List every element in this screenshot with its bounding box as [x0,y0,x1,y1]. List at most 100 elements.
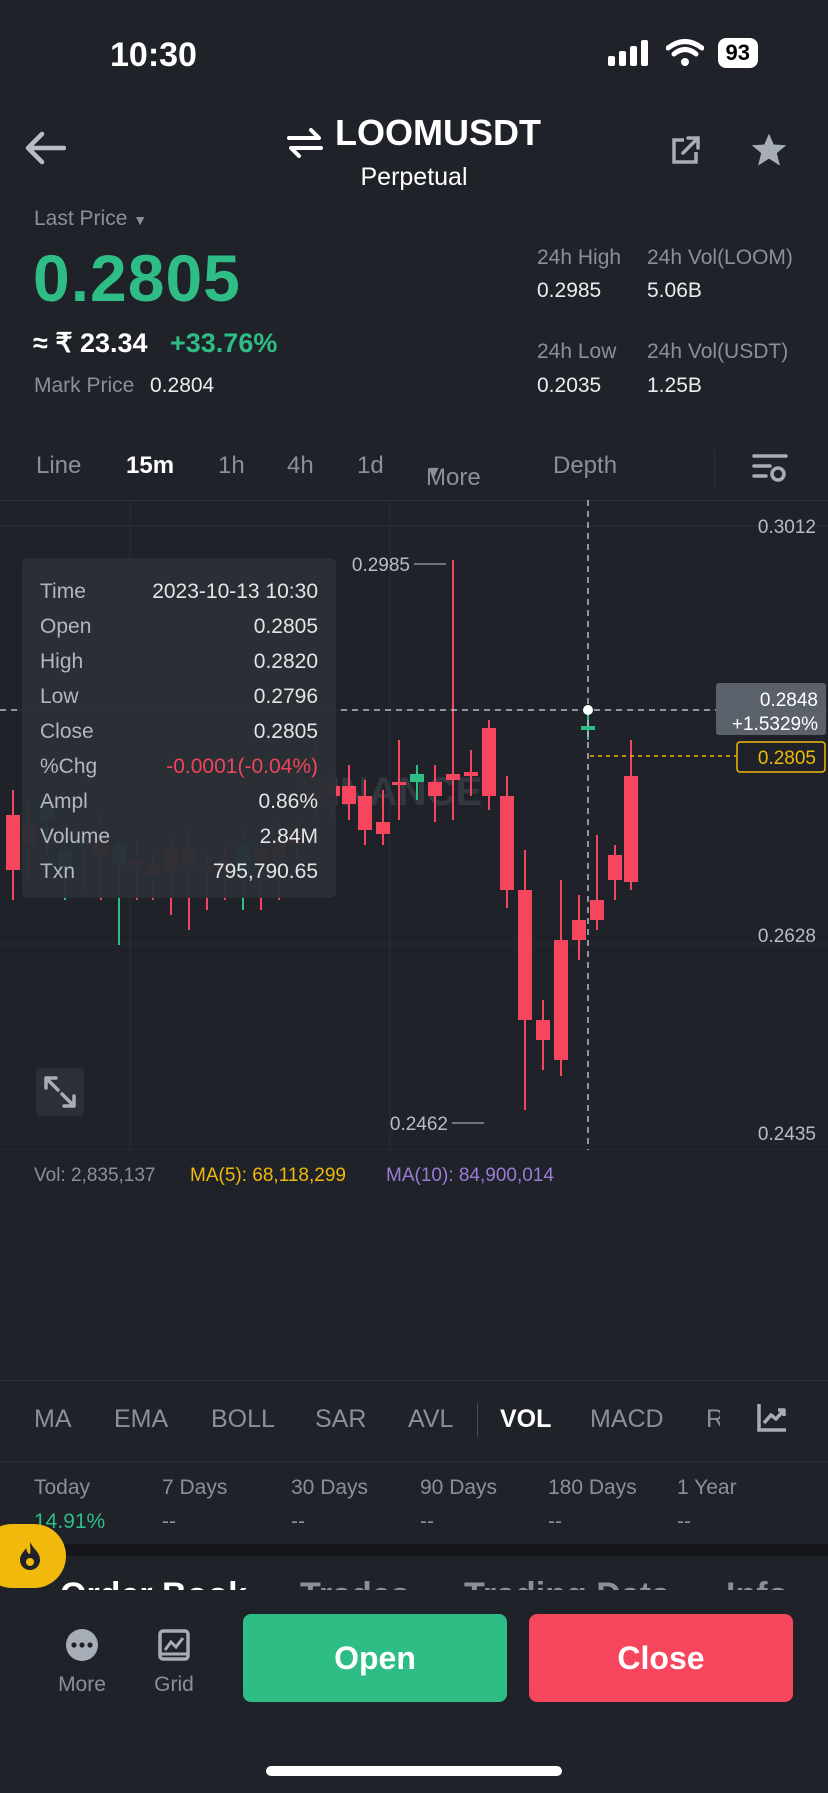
perf-label: 30 Days [291,1476,369,1499]
perf-value: -- [162,1510,176,1533]
candle-body [624,776,638,882]
crosshair-price: 0.2848 [760,690,818,711]
perf-label: 180 Days [548,1476,637,1499]
low-label: 24h Low [537,340,617,363]
tooltip-key: Open [40,615,92,638]
candle-body [376,822,390,834]
candle-body [358,796,372,830]
tooltip-value: 0.2805 [253,720,318,743]
indicator-vol[interactable]: VOL [500,1405,551,1434]
home-indicator [266,1766,562,1776]
y-axis-label: 0.3012 [758,517,816,538]
inr-value: ≈ ₹ 23.34 [33,328,148,358]
symbol-title[interactable]: LOOMUSDT [0,112,828,159]
section-separator [0,1544,828,1556]
candle-body [392,782,406,785]
tooltip-value: 0.2820 [253,650,318,673]
tab-1h[interactable]: 1h [218,452,245,480]
more-label: More [58,1673,106,1696]
share-icon[interactable] [670,134,702,166]
tooltip-value: 795,790.65 [212,860,318,883]
open-button[interactable]: Open [243,1614,507,1702]
status-icons: 93 [607,38,758,68]
candle-body [342,786,356,804]
tooltip-key: %Chg [40,755,98,778]
tooltip-value: 0.86% [258,790,318,813]
tooltip-row: Low 0.2796 [40,685,318,709]
perf-value: -- [677,1510,691,1533]
indicator-ema[interactable]: EMA [114,1405,168,1434]
more-button[interactable]: More [52,1628,112,1697]
candle-body [6,815,20,870]
ma5-label: MA(5): 68,118,299 [190,1165,346,1186]
more-dots-icon [66,1629,98,1661]
status-time: 10:30 [110,36,197,74]
indicator-ma[interactable]: MA [34,1405,72,1434]
last-price-label[interactable]: Last Price ▼ [34,207,147,231]
tooltip-key: Close [40,720,94,743]
tab-depth[interactable]: Depth [553,452,617,480]
crosshair-pct: +1.5329% [732,714,818,735]
mark-price: 0.2804 [150,374,215,397]
tooltip-key: Time [40,580,86,603]
candle-tooltip: Time 2023-10-13 10:30 Open 0.2805 High 0.28… [22,558,336,898]
indicator-boll[interactable]: BOLL [211,1405,275,1434]
vol-loom-label: 24h Vol(LOOM) [647,246,793,269]
tooltip-value: 2.84M [259,825,318,848]
vol-usdt-value: 1.25B [647,374,702,397]
candle-body [464,772,478,776]
candle-body [518,890,532,1020]
indicator-settings-button[interactable] [720,1385,828,1455]
tooltip-key: Volume [40,825,111,848]
tooltip-key: Ampl [40,790,88,813]
vol-loom-value: 5.06B [647,279,702,302]
high-label: 24h High [537,246,622,269]
tooltip-row: High 0.2820 [40,650,318,674]
candle-body [536,1020,550,1040]
perf-value: -- [291,1510,305,1533]
indicator-avl[interactable]: AVL [408,1405,453,1434]
vol-value-label: Vol: 2,835,137 [34,1165,156,1186]
tab-line[interactable]: Line [36,452,81,480]
timeframe-tabs: Line 15m 1h 4h 1d More ▼ Depth [0,440,828,500]
chart-settings-icon[interactable] [752,452,788,486]
fire-button[interactable] [0,1524,66,1588]
last-price: 0.2805 [33,241,241,315]
perf-label: 1 Year [677,1476,737,1499]
tooltip-row: Open 0.2805 [40,615,318,639]
battery-badge: 93 [717,38,758,68]
candle-body [554,940,568,1060]
tab-1d[interactable]: 1d [357,452,384,480]
symbol-text: LOOMUSDT [335,112,541,153]
indicator-macd[interactable]: MACD [590,1405,664,1434]
tooltip-key: High [40,650,84,673]
tab-15m[interactable]: 15m [126,452,174,480]
trough-label: 0.2462 [390,1114,448,1135]
tooltip-row: Close 0.2805 [40,720,318,744]
indicator-tabs: MA EMA BOLL SAR AVL VOL MACD R [0,1380,828,1462]
low-value: 0.2035 [537,374,602,397]
candle-body [581,726,595,730]
perf-label: Today [34,1476,91,1499]
candle-body [482,728,496,796]
tooltip-key: Low [40,685,79,708]
high-value: 0.2985 [537,279,602,302]
signal-icon [607,40,648,66]
ma10-label: MA(10): 84,900,014 [386,1165,554,1186]
y-axis-label: 0.2628 [758,926,816,947]
grid-button[interactable]: Grid [144,1628,204,1697]
star-icon[interactable] [750,132,788,168]
close-button[interactable]: Close [529,1614,793,1702]
tab-4h[interactable]: 4h [287,452,314,480]
performance-row: Today 14.91% 7 Days -- 30 Days -- 90 Day… [0,1462,828,1542]
indicator-divider [477,1403,478,1437]
indicator-sar[interactable]: SAR [315,1405,366,1434]
tooltip-value: 2023-10-13 10:30 [152,580,318,603]
grid-label: Grid [154,1673,194,1696]
tooltip-row: Time 2023-10-13 10:30 [40,580,318,604]
candle-body [590,900,604,920]
vol-usdt-label: 24h Vol(USDT) [647,340,789,363]
expand-button[interactable] [36,1068,84,1116]
dropdown-caret-icon: ▼ [133,212,148,228]
tooltip-row: Txn 795,790.65 [40,860,318,884]
